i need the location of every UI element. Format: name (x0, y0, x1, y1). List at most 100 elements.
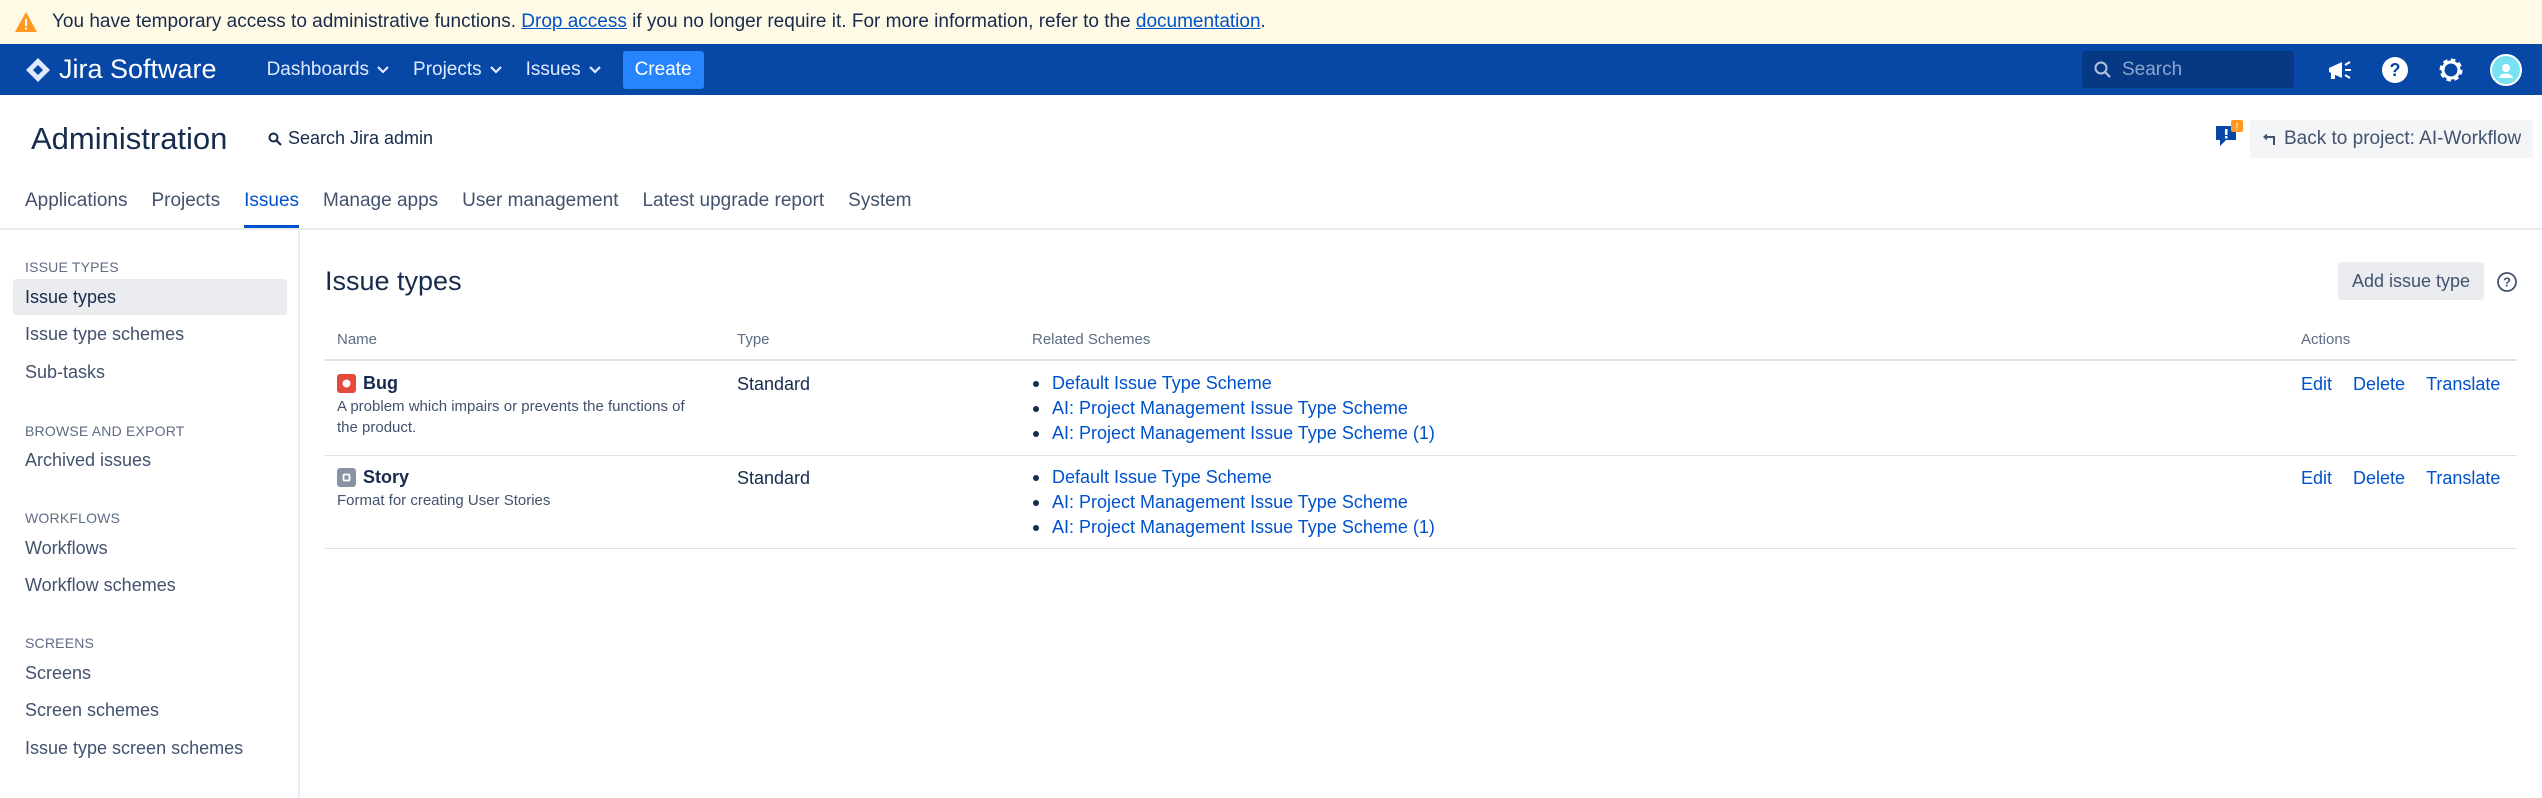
tab-applications[interactable]: Applications (25, 190, 127, 228)
list-item: AI: Project Management Issue Type Scheme… (1033, 515, 1435, 540)
product-name: Jira Software (59, 54, 217, 84)
sidebar-heading-browse-and-export: BROWSE AND EXPORT (25, 423, 185, 439)
tabs-divider (0, 228, 2542, 230)
tab-user-management[interactable]: User management (462, 190, 618, 228)
admin-access-banner: You have temporary access to administrat… (0, 0, 2542, 44)
sidebar-heading-workflows: WORKFLOWS (25, 510, 121, 526)
svg-text:?: ? (2503, 275, 2511, 290)
notifications-icon[interactable] (2322, 53, 2356, 87)
page-title: Administration (31, 121, 228, 156)
issue-type-type: Standard (737, 468, 811, 488)
description-line: Format for creating User Stories (337, 492, 551, 509)
description-line: the product. (337, 419, 417, 436)
scheme-link[interactable]: AI: Project Management Issue Type Scheme (1052, 396, 1408, 421)
column-header-name: Name (337, 331, 378, 348)
bug-icon (337, 374, 356, 393)
documentation-link[interactable]: documentation (1136, 11, 1261, 33)
tab-issues[interactable]: Issues (244, 190, 299, 228)
help-icon[interactable]: ? (2496, 271, 2518, 293)
nav-projects[interactable]: Projects (413, 59, 502, 81)
banner-text-2: if you no longer require it. For more in… (626, 11, 1136, 32)
scheme-link[interactable]: AI: Project Management Issue Type Scheme (1052, 490, 1408, 515)
scheme-link[interactable]: AI: Project Management Issue Type Scheme… (1052, 421, 1435, 446)
tab-manage-apps[interactable]: Manage apps (323, 190, 438, 228)
sidebar-item-workflows[interactable]: Workflows (13, 530, 287, 566)
chevron-down-icon (588, 65, 601, 74)
sidebar-item-issue-type-schemes[interactable]: Issue type schemes (13, 316, 287, 352)
banner-text-1: You have temporary access to administrat… (52, 11, 522, 32)
tab-projects[interactable]: Projects (151, 190, 220, 228)
jira-diamond-icon (26, 57, 50, 82)
delete-link[interactable]: Delete (2353, 468, 2405, 489)
jira-logo[interactable]: Jira Software (25, 54, 217, 85)
nav-dashboards[interactable]: Dashboards (267, 59, 389, 81)
search-jira-admin[interactable]: Search Jira admin (268, 128, 433, 149)
translate-link[interactable]: Translate (2426, 468, 2500, 489)
create-button[interactable]: Create (622, 50, 704, 89)
back-arrow-icon (2263, 133, 2275, 145)
table-header-divider (325, 359, 2517, 361)
list-item: AI: Project Management Issue Type Scheme (1033, 490, 1435, 515)
list-item: Default Issue Type Scheme (1033, 465, 1435, 490)
tab-system[interactable]: System (848, 190, 911, 228)
row-divider (325, 548, 2517, 549)
sidebar-item-screen-schemes[interactable]: Screen schemes (13, 692, 287, 728)
sidebar-item-screens[interactable]: Screens (13, 655, 287, 691)
column-header-related-schemes: Related Schemes (1032, 331, 1151, 348)
edit-link[interactable]: Edit (2301, 468, 2332, 489)
add-issue-type-button[interactable]: Add issue type (2338, 262, 2485, 300)
sidebar-item-sub-tasks[interactable]: Sub-tasks (13, 354, 287, 390)
back-to-project-label: Back to project: AI-Workflow (2284, 128, 2522, 149)
sidebar-item-issue-types[interactable]: Issue types (13, 279, 287, 315)
issue-type-description: A problem which impairs or prevents the … (337, 396, 717, 438)
user-icon (2499, 63, 2513, 78)
description-line: A problem which impairs or prevents the … (337, 398, 685, 415)
help-icon[interactable]: ? (2378, 53, 2412, 87)
search-placeholder: Search (2122, 58, 2183, 80)
scheme-link[interactable]: Default Issue Type Scheme (1052, 371, 1272, 396)
warning-icon (15, 12, 37, 32)
svg-text:?: ? (2390, 60, 2401, 80)
avatar[interactable] (2490, 53, 2522, 86)
sidebar-item-archived-issues[interactable]: Archived issues (13, 442, 287, 478)
story-icon (337, 468, 356, 487)
row-actions: Edit Delete Translate (2301, 374, 2521, 395)
column-header-actions: Actions (2301, 331, 2351, 348)
edit-link[interactable]: Edit (2301, 374, 2332, 395)
search-icon (2094, 61, 2111, 78)
nav-issues-label: Issues (525, 58, 581, 80)
settings-icon[interactable] (2434, 53, 2468, 87)
feedback-icon[interactable]: ! (2214, 120, 2244, 150)
drop-access-link[interactable]: Drop access (521, 11, 627, 33)
nav-issues[interactable]: Issues (526, 59, 601, 81)
row-actions: Edit Delete Translate (2301, 468, 2521, 489)
sidebar-heading-issue-types: ISSUE TYPES (25, 259, 119, 275)
delete-link[interactable]: Delete (2353, 374, 2405, 395)
row-divider (325, 455, 2517, 456)
search-icon (268, 132, 282, 146)
search-jira-admin-label: Search Jira admin (288, 128, 434, 148)
admin-tabs: Applications Projects Issues Manage apps… (25, 190, 936, 228)
translate-link[interactable]: Translate (2426, 374, 2500, 395)
issue-type-name-label: Story (363, 467, 410, 487)
chevron-down-icon (489, 65, 502, 74)
tab-latest-upgrade-report[interactable]: Latest upgrade report (642, 190, 824, 228)
feedback-badge: ! (2236, 122, 2239, 133)
column-header-type: Type (737, 331, 770, 348)
banner-text-3: . (1260, 11, 1266, 32)
back-to-project-button[interactable]: Back to project: AI-Workflow (2250, 120, 2534, 158)
section-title: Issue types (325, 266, 462, 296)
search-input[interactable]: Search (2082, 51, 2294, 88)
admin-sidebar: ISSUE TYPES Issue types Issue type schem… (0, 230, 300, 798)
issue-type-type: Standard (737, 374, 811, 394)
list-item: AI: Project Management Issue Type Scheme… (1033, 421, 1435, 446)
issue-type-description: Format for creating User Stories (337, 490, 717, 511)
related-schemes-list: Default Issue Type Scheme AI: Project Ma… (1033, 371, 1435, 446)
scheme-link[interactable]: AI: Project Management Issue Type Scheme… (1052, 515, 1435, 540)
sidebar-item-issue-type-screen-schemes[interactable]: Issue type screen schemes (13, 730, 287, 766)
list-item: Default Issue Type Scheme (1033, 371, 1435, 396)
sidebar-item-workflow-schemes[interactable]: Workflow schemes (13, 567, 287, 603)
scheme-link[interactable]: Default Issue Type Scheme (1052, 465, 1272, 490)
related-schemes-list: Default Issue Type Scheme AI: Project Ma… (1033, 465, 1435, 540)
nav-projects-label: Projects (413, 58, 482, 80)
